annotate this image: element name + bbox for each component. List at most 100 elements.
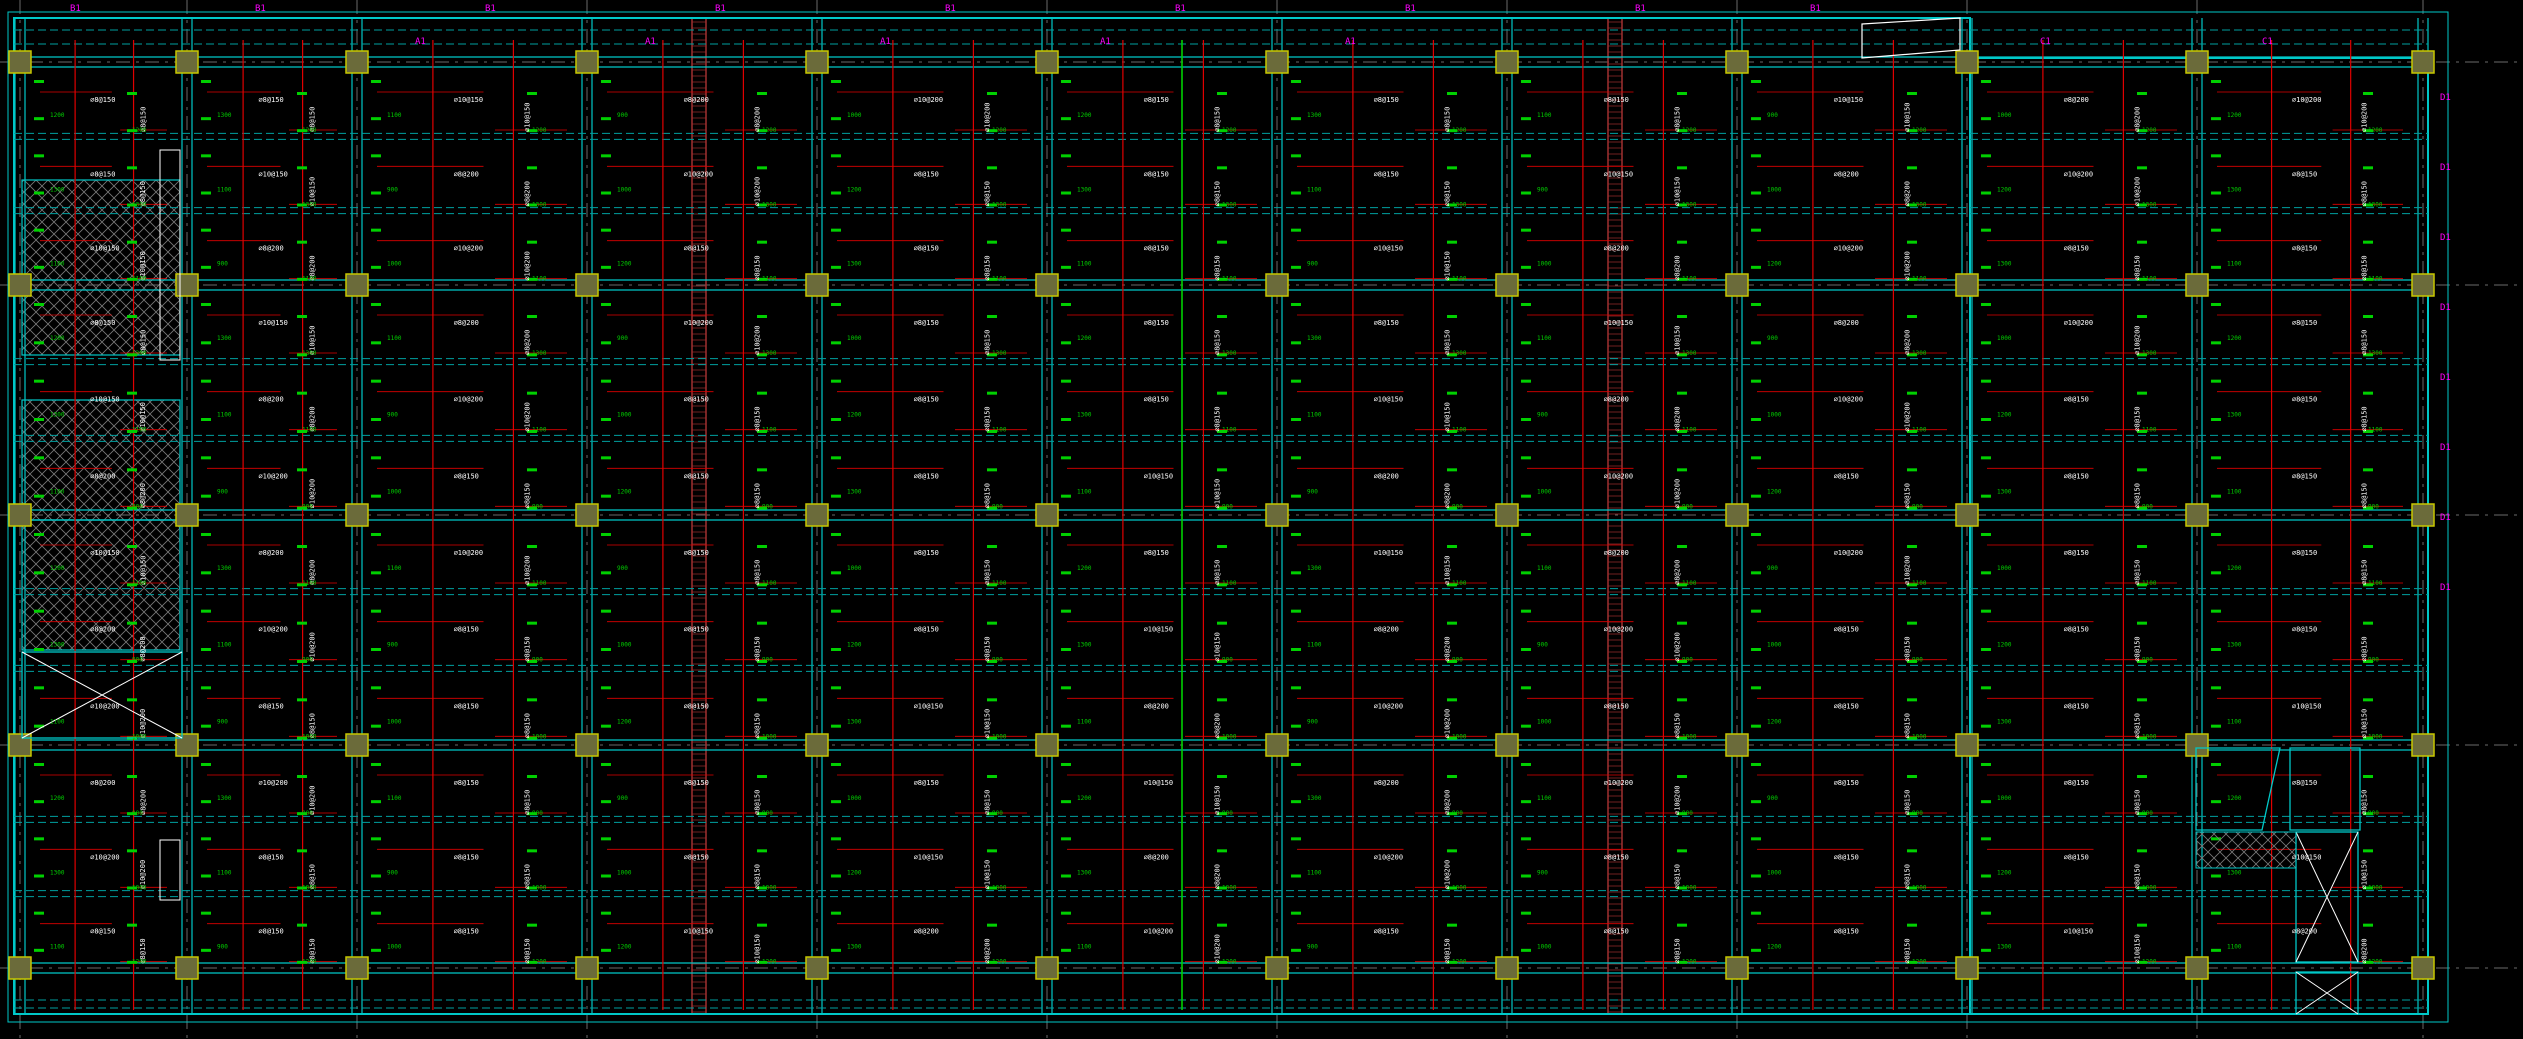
brick-wall [691, 17, 707, 1015]
annotation-text: ⌀10@200 [1834, 549, 1864, 557]
rebar-tick [371, 456, 381, 460]
rebar-tick [1751, 379, 1761, 383]
rebar-tick [1907, 391, 1917, 395]
rebar-tick [757, 166, 767, 170]
rebar-tick [1061, 911, 1071, 915]
annotation-text: 900 [762, 810, 773, 817]
rebar-tick [2211, 379, 2221, 383]
rebar-tick [987, 923, 997, 927]
rebar-tick [1981, 911, 1991, 915]
rebar-tick [371, 686, 381, 690]
column-marker [1955, 733, 1979, 757]
hatched-slab [21, 399, 181, 521]
annotation-text: 1100 [50, 944, 65, 951]
column-marker [1955, 503, 1979, 527]
annotation-text: ⌀8@150 [2292, 779, 2317, 787]
annotation-text: 1200 [2227, 795, 2242, 802]
annotation-text: ⌀10@150 [1604, 170, 1634, 178]
rebar-tick [831, 874, 841, 878]
rebar-tick [1521, 341, 1531, 345]
annotation-text: ⌀8@150 [2064, 245, 2089, 253]
annotation-text: 1200 [532, 959, 547, 966]
rebar-tick [1061, 686, 1071, 690]
rebar-tick [1907, 849, 1917, 853]
rebar-tick [127, 92, 137, 95]
rebar-tick [527, 391, 537, 395]
annotation-text: 1200 [1997, 869, 2012, 876]
rebar-tick [1291, 724, 1301, 728]
rebar-tick [1981, 763, 1991, 766]
rebar-tick [1291, 609, 1301, 613]
annotation-text: 1100 [1077, 261, 1092, 268]
rebar-tick [201, 80, 211, 83]
annotation-text: B1 [945, 4, 956, 14]
rebar-tick [1907, 92, 1917, 95]
annotation-text: ⌀8@150 [984, 636, 992, 661]
annotation-text: ⌀8@150 [754, 483, 762, 508]
annotation-text: B1 [1405, 4, 1416, 14]
annotation-text: 1200 [992, 959, 1007, 966]
annotation-text: ⌀8@200 [1834, 170, 1859, 178]
annotation-text: B1 [1635, 4, 1646, 14]
annotation-text: 1100 [50, 718, 65, 725]
annotation-text: ⌀8@200 [684, 96, 709, 104]
annotation-text: 1300 [50, 186, 65, 193]
annotation-text: 1300 [2368, 201, 2383, 208]
rebar-tick [1981, 418, 1991, 421]
annotation-text: 1200 [1767, 261, 1782, 268]
annotation-text: ⌀8@150 [1904, 864, 1912, 889]
annotation-text: ⌀8@200 [1214, 864, 1222, 889]
column-marker [805, 273, 829, 297]
column-marker [1265, 956, 1289, 980]
rebar-tick [2211, 418, 2221, 421]
rebar-tick [34, 303, 44, 306]
rebar-tick [2137, 545, 2147, 548]
annotation-text: 900 [387, 186, 398, 193]
annotation-text: 1300 [1077, 642, 1092, 649]
rebar-tick [34, 154, 44, 158]
annotation-text: ⌀10@200 [90, 702, 120, 710]
rebar-tick [34, 648, 44, 651]
annotation-text: ⌀10@150 [1214, 785, 1222, 815]
rebar-tick [1751, 191, 1761, 195]
annotation-text: ⌀8@150 [258, 96, 283, 104]
rebar-tick [1751, 874, 1761, 878]
rebar-tick [1751, 265, 1761, 269]
rebar-tick [831, 571, 841, 575]
annotation-text: 1000 [1537, 488, 1552, 495]
annotation-text: 1300 [1997, 944, 2012, 951]
annotation-text: 1300 [1682, 350, 1697, 357]
annotation-text: ⌀8@150 [1904, 938, 1912, 963]
rebar-tick [1907, 545, 1917, 548]
rebar-tick [297, 775, 307, 778]
annotation-text: 1200 [532, 127, 547, 134]
rebar-tick [1291, 571, 1301, 575]
rebar-tick [1061, 609, 1071, 613]
annotation-text: 1100 [1682, 427, 1697, 434]
annotation-text: 1300 [217, 565, 232, 572]
rebar-tick [201, 456, 211, 460]
annotation-text: ⌀10@150 [684, 928, 714, 936]
rebar-tick [601, 303, 611, 306]
rebar-tick [987, 698, 997, 702]
annotation-text: ⌀8@150 [1144, 319, 1169, 327]
annotation-text: ⌀8@150 [1444, 938, 1452, 963]
rebar-tick [371, 609, 381, 613]
annotation-text: 900 [1537, 186, 1548, 193]
annotation-text: 1200 [1682, 959, 1697, 966]
column-marker [1035, 503, 1059, 527]
annotation-text: ⌀8@200 [2134, 107, 2142, 132]
annotation-text: ⌀10@200 [2134, 177, 2142, 207]
rebar-tick [757, 391, 767, 395]
column-marker [1495, 50, 1519, 74]
rebar-tick [1217, 775, 1227, 778]
rebar-tick [1521, 418, 1531, 421]
rebar-tick [34, 800, 44, 804]
annotation-text: 1100 [1222, 427, 1237, 434]
column-marker [1725, 956, 1749, 980]
rebar-tick [1217, 621, 1227, 625]
annotation-text: 1100 [762, 580, 777, 587]
annotation-text: 1000 [2142, 884, 2157, 891]
annotation-text: 900 [302, 657, 313, 664]
annotation-text: D1 [2440, 513, 2451, 523]
